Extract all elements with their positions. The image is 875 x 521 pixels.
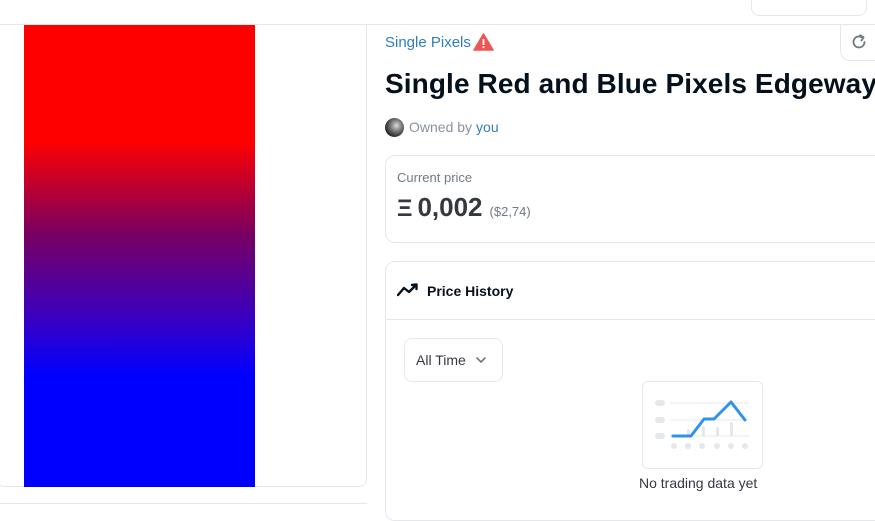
price-history-panel: Price History All Time No trading data y… [385,261,875,521]
time-range-select[interactable]: All Time [404,338,503,382]
empty-chart-illustration [642,381,763,469]
owner-link[interactable]: you [476,119,499,135]
price-history-title: Price History [427,283,514,299]
empty-chart-icon [655,400,749,449]
time-range-value: All Time [416,352,466,368]
warning-triangle-icon[interactable] [473,33,494,51]
no-trading-data-message: No trading data yet [639,475,758,491]
nft-artwork[interactable] [24,25,255,487]
eth-icon: Ξ [397,195,413,222]
owner-line: Owned by you [409,119,499,135]
price-row: Ξ 0,002 ($2,74) [397,192,531,223]
top-bar [0,0,875,25]
current-price-label: Current price [397,170,473,185]
price-fiat: ($2,74) [489,204,531,219]
asset-title: Single Red and Blue Pixels Edgeways [385,68,875,99]
trending-line-icon [397,283,418,297]
price-card: Current price Ξ 0,002 ($2,74) [385,155,875,243]
owned-by-label: Owned by [409,119,473,135]
collection-link[interactable]: Single Pixels [385,34,471,51]
divider [0,503,367,504]
avatar[interactable] [385,118,404,137]
price-value: 0,002 [417,192,483,222]
refresh-icon [852,34,866,49]
price-history-header[interactable]: Price History [386,262,875,320]
chevron-down-icon [476,357,486,363]
top-bar-button[interactable] [751,0,867,16]
refresh-button[interactable] [840,25,875,61]
